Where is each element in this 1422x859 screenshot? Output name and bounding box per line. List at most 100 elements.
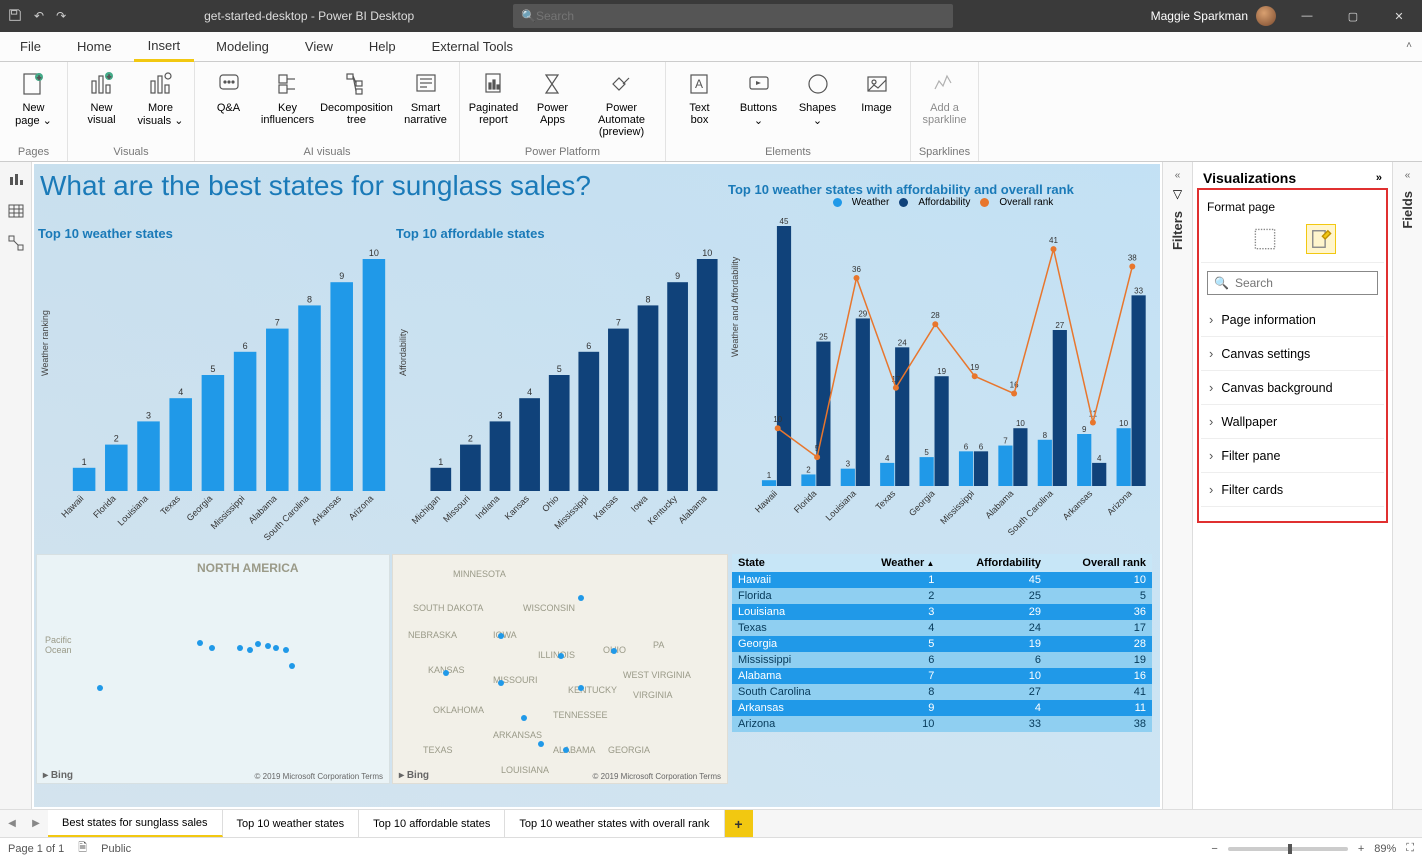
ribbon-collapse-icon[interactable]: ˄: [1406, 40, 1412, 51]
page-tab-3[interactable]: Top 10 weather states with overall rank: [505, 810, 724, 837]
table-row[interactable]: Alabama71016: [732, 668, 1152, 684]
ribbon-buttons[interactable]: Buttons ⌄: [731, 66, 786, 146]
chart-weather-states[interactable]: Top 10 weather states Weather ranking1Ha…: [38, 226, 394, 552]
ribbon-key[interactable]: Key influencers: [260, 66, 315, 146]
tab-file[interactable]: File: [6, 33, 55, 60]
state-table[interactable]: StateWeatherAffordabilityOverall rankHaw…: [732, 554, 1152, 732]
data-view-icon[interactable]: [7, 202, 25, 220]
map1-copyright: © 2019 Microsoft Corporation Terms: [255, 772, 383, 781]
tab-modeling[interactable]: Modeling: [202, 33, 283, 60]
svg-text:Texas: Texas: [874, 488, 898, 512]
ribbon-image[interactable]: Image: [849, 66, 904, 146]
search-input[interactable]: [536, 9, 945, 23]
svg-text:5: 5: [557, 364, 562, 374]
tab-nav-next[interactable]: ▶: [24, 810, 48, 837]
build-visual-icon[interactable]: [1250, 224, 1280, 254]
user-menu[interactable]: Maggie Sparkman: [1151, 6, 1284, 26]
ribbon-tabs: File Home Insert Modeling View Help External T…: [0, 32, 1422, 62]
filters-pane-collapsed[interactable]: « ▽ Filters: [1162, 162, 1192, 809]
tab-home[interactable]: Home: [63, 33, 126, 60]
chart-affordable-states[interactable]: Top 10 affordable states Affordability1M…: [396, 226, 726, 552]
chevron-right-icon[interactable]: »: [1376, 172, 1382, 184]
add-page-button[interactable]: +: [725, 810, 753, 837]
table-row[interactable]: Hawaii14510: [732, 572, 1152, 588]
ribbon-paginated[interactable]: Paginated report: [466, 66, 521, 146]
report-view-icon[interactable]: [7, 170, 25, 188]
table-row[interactable]: Texas42417: [732, 620, 1152, 636]
page-tab-0[interactable]: Best states for sunglass sales: [48, 810, 223, 837]
minimize-button[interactable]: —: [1284, 0, 1330, 32]
svg-text:1: 1: [82, 457, 87, 467]
svg-text:45: 45: [780, 217, 789, 226]
model-view-icon[interactable]: [7, 234, 25, 252]
filters-label: Filters: [1170, 211, 1185, 250]
format-section-filter-cards[interactable]: Filter cards: [1201, 473, 1384, 507]
close-button[interactable]: ✕: [1376, 0, 1422, 32]
svg-text:Missouri: Missouri: [441, 493, 472, 524]
tab-insert[interactable]: Insert: [134, 32, 195, 62]
maximize-button[interactable]: ▢: [1330, 0, 1376, 32]
format-search[interactable]: 🔍: [1207, 271, 1378, 295]
svg-text:8: 8: [307, 294, 312, 304]
svg-text:Mississippi: Mississippi: [209, 493, 247, 531]
format-search-input[interactable]: [1235, 276, 1371, 290]
ribbon-power[interactable]: Power Apps: [525, 66, 580, 146]
ribbon-more[interactable]: More visuals ⌄: [133, 66, 188, 146]
svg-text:19: 19: [937, 367, 946, 376]
map-usa[interactable]: MINNESOTA SOUTH DAKOTA WISCONSIN NEBRASK…: [392, 554, 728, 784]
fields-pane-collapsed[interactable]: « Fields: [1392, 162, 1422, 809]
table-row[interactable]: Arizona103338: [732, 716, 1152, 732]
format-section-page-information[interactable]: Page information: [1201, 303, 1384, 337]
format-page-icon[interactable]: [1306, 224, 1336, 254]
viz-pane-title: Visualizations: [1203, 170, 1296, 186]
chart-combo[interactable]: Top 10 weather states with affordability…: [728, 182, 1158, 552]
table-row[interactable]: Mississippi6619: [732, 652, 1152, 668]
format-section-wallpaper[interactable]: Wallpaper: [1201, 405, 1384, 439]
table-header[interactable]: Overall rank: [1047, 554, 1152, 572]
zoom-out-button[interactable]: −: [1211, 843, 1217, 855]
undo-icon[interactable]: ↶: [34, 9, 44, 23]
table-row[interactable]: Louisiana32936: [732, 604, 1152, 620]
global-search[interactable]: 🔍: [513, 4, 953, 28]
table-header[interactable]: State: [732, 554, 850, 572]
table-row[interactable]: Georgia51928: [732, 636, 1152, 652]
table-header[interactable]: Weather: [850, 554, 941, 572]
zoom-in-button[interactable]: +: [1358, 843, 1364, 855]
table-header[interactable]: Affordability: [940, 554, 1047, 572]
ribbon-new[interactable]: +New visual: [74, 66, 129, 146]
format-section-filter-pane[interactable]: Filter pane: [1201, 439, 1384, 473]
table-row[interactable]: Florida2255: [732, 588, 1152, 604]
window-title: get-started-desktop - Power BI Desktop: [204, 9, 414, 23]
svg-text:2: 2: [468, 434, 473, 444]
tab-view[interactable]: View: [291, 33, 347, 60]
format-section-canvas-settings[interactable]: Canvas settings: [1201, 337, 1384, 371]
svg-text:8: 8: [1043, 431, 1048, 440]
ribbon-shapes[interactable]: Shapes ⌄: [790, 66, 845, 146]
save-icon[interactable]: [8, 8, 22, 25]
ribbon-q-a[interactable]: Q&A: [201, 66, 256, 146]
table-row[interactable]: Arkansas9411: [732, 700, 1152, 716]
format-section-canvas-background[interactable]: Canvas background: [1201, 371, 1384, 405]
ribbon-smart[interactable]: Smart narrative: [398, 66, 453, 146]
ribbon-decomposition[interactable]: Decomposition tree: [319, 66, 394, 146]
chevron-left-icon: «: [1175, 170, 1181, 181]
zoom-slider[interactable]: [1228, 847, 1348, 851]
page-tab-2[interactable]: Top 10 affordable states: [359, 810, 505, 837]
sensitivity-label: Public: [101, 843, 131, 855]
report-canvas[interactable]: What are the best states for sunglass sa…: [32, 162, 1162, 809]
tab-nav-prev[interactable]: ◀: [0, 810, 24, 837]
page-tab-1[interactable]: Top 10 weather states: [223, 810, 360, 837]
svg-text:2: 2: [114, 434, 119, 444]
svg-text:6: 6: [243, 341, 248, 351]
map-north-america[interactable]: NORTH AMERICA Pacific Ocean ▸ Bing © 201…: [36, 554, 390, 784]
chart2-title: Top 10 affordable states: [396, 226, 726, 241]
ribbon-power-automate[interactable]: Power Automate (preview): [584, 66, 659, 146]
tab-external-tools[interactable]: External Tools: [418, 33, 527, 60]
tab-help[interactable]: Help: [355, 33, 410, 60]
ribbon-text[interactable]: AText box: [672, 66, 727, 146]
table-row[interactable]: South Carolina82741: [732, 684, 1152, 700]
fit-page-icon[interactable]: ⛶: [1406, 842, 1414, 855]
svg-text:6: 6: [964, 442, 969, 451]
ribbon-new[interactable]: +New page ⌄: [6, 66, 61, 146]
redo-icon[interactable]: ↷: [56, 9, 66, 23]
